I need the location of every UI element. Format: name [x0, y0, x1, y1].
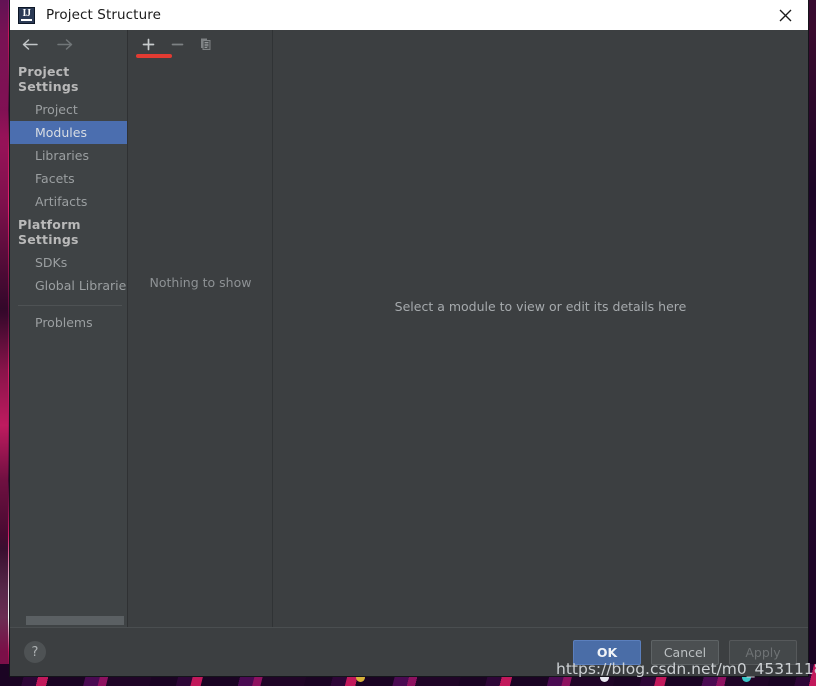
dialog-titlebar: IJ Project Structure — [10, 0, 808, 30]
intellij-idea-icon: IJ — [18, 6, 35, 24]
add-button-annotation — [136, 54, 172, 58]
modules-list-panel: Nothing to show — [128, 30, 273, 627]
ok-button[interactable]: OK — [573, 639, 641, 665]
cancel-button[interactable]: Cancel — [651, 639, 719, 665]
sidebar-horizontal-scrollbar[interactable] — [10, 614, 128, 627]
dialog-footer: ? OK Cancel Apply — [10, 627, 808, 676]
sidebar-item-sdks[interactable]: SDKs — [10, 251, 128, 274]
apply-button: Apply — [729, 639, 797, 665]
wallpaper-left-band-overlay — [0, 0, 8, 686]
dialog-title: Project Structure — [46, 7, 161, 23]
nav-group-project-settings: Project Settings — [18, 64, 79, 94]
arrow-left-icon[interactable] — [18, 35, 40, 53]
nav-group-platform-settings: Platform Settings — [18, 217, 81, 247]
sidebar-item-artifacts[interactable]: Artifacts — [10, 190, 128, 213]
settings-nav-list: Project Settings Project Modules Librari… — [10, 58, 128, 614]
sidebar-item-libraries[interactable]: Libraries — [10, 144, 128, 167]
sidebar-item-problems[interactable]: Problems — [10, 311, 128, 334]
sidebar-item-project[interactable]: Project — [10, 98, 128, 121]
dialog-body: Project Settings Project Modules Librari… — [10, 30, 808, 627]
settings-sidebar: Project Settings Project Modules Librari… — [10, 30, 128, 627]
sidebar-item-modules[interactable]: Modules — [10, 121, 128, 144]
plus-icon[interactable] — [138, 34, 158, 54]
arrow-right-icon[interactable] — [54, 35, 76, 53]
close-icon[interactable] — [762, 0, 808, 30]
sidebar-item-facets[interactable]: Facets — [10, 167, 128, 190]
sidebar-item-global-libraries[interactable]: Global Libraries — [10, 274, 128, 297]
project-structure-dialog: IJ Project Structure Project Settings Pr… — [10, 0, 808, 676]
modules-toolbar — [128, 30, 273, 58]
module-details-placeholder: Select a module to view or edit its deta… — [394, 299, 687, 314]
copy-icon[interactable] — [196, 34, 216, 54]
scrollbar-thumb[interactable] — [26, 616, 124, 625]
help-button[interactable]: ? — [24, 641, 46, 663]
minus-icon[interactable] — [167, 34, 187, 54]
module-details-panel: Select a module to view or edit its deta… — [273, 30, 808, 627]
modules-empty-message: Nothing to show — [149, 275, 252, 290]
sidebar-navigation-bar — [10, 30, 128, 58]
sidebar-divider — [18, 305, 122, 306]
